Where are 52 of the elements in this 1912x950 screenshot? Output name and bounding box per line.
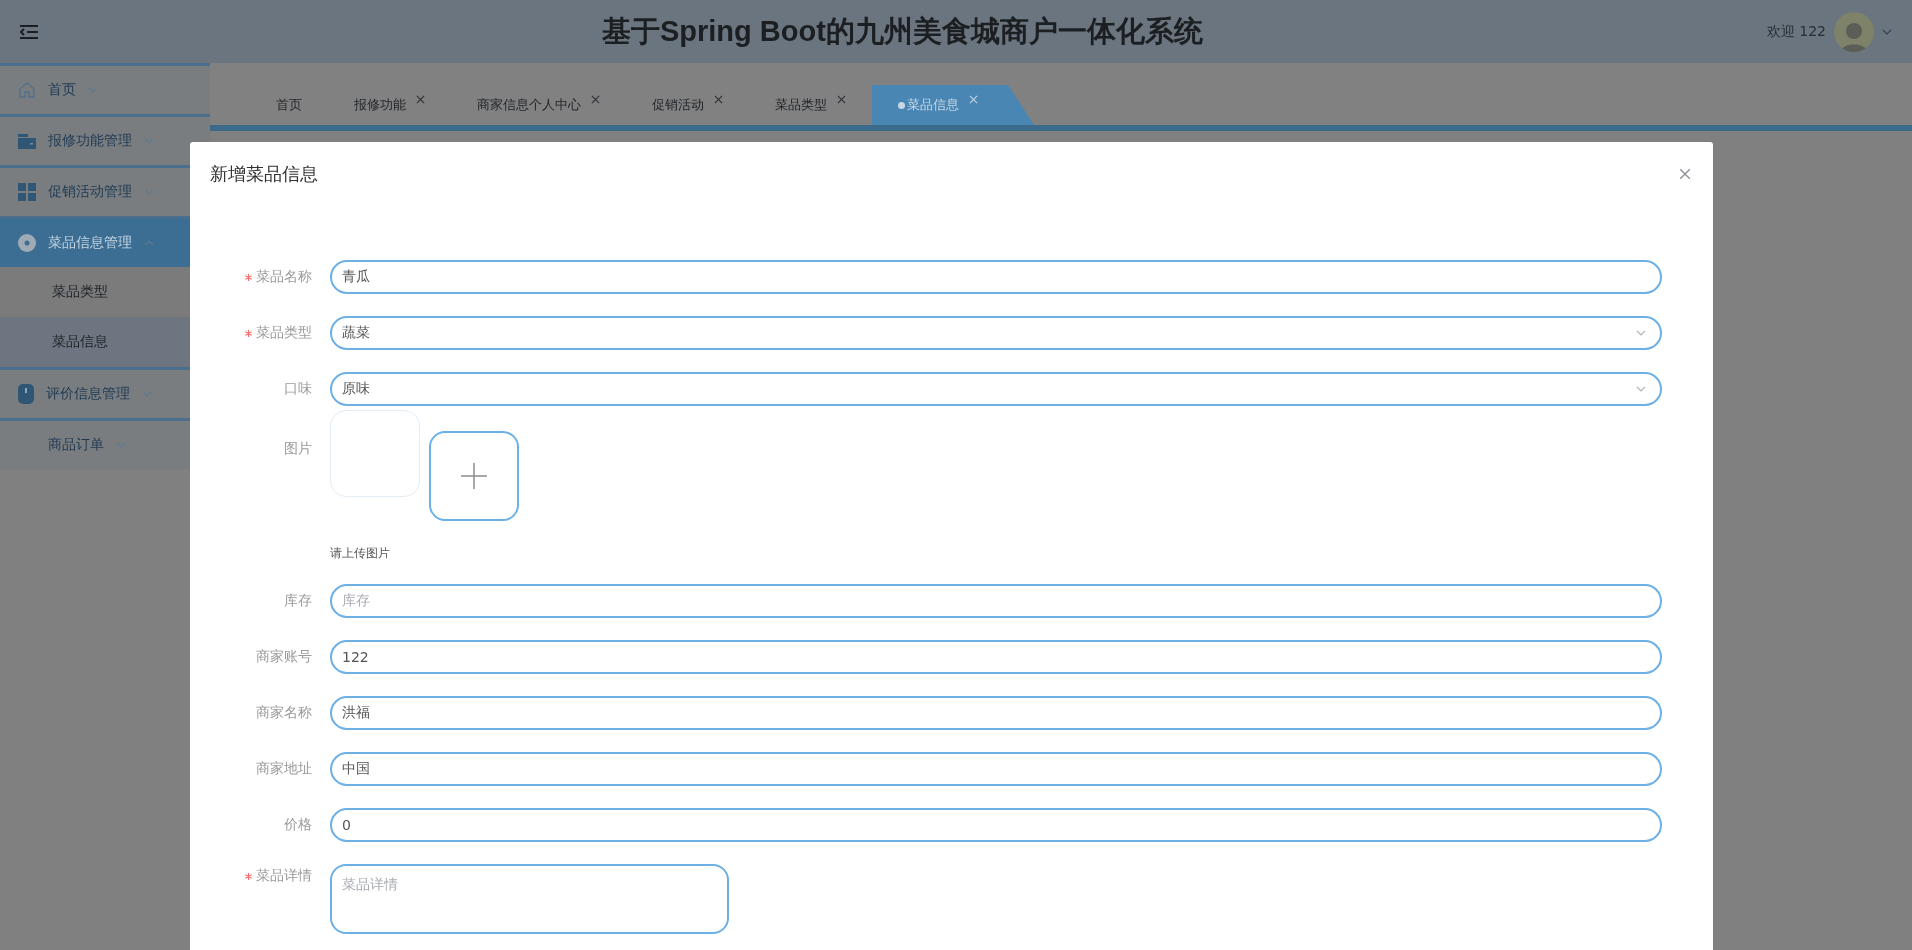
upload-button[interactable] (429, 431, 519, 521)
dialog-title: 新增菜品信息 (210, 162, 318, 186)
field-label: 口味 (283, 379, 313, 398)
field-label: 价格 (283, 815, 313, 834)
chevron-icon (116, 442, 126, 448)
select-field[interactable]: 原味 (330, 372, 1662, 406)
tab[interactable]: 商家信息个人中心 (451, 85, 626, 125)
dropdown-caret-icon (1636, 330, 1646, 336)
text-input[interactable]: 库存 (330, 584, 1662, 618)
chevron-icon (144, 240, 154, 246)
plus-icon (460, 462, 488, 490)
dropdown-caret-icon (1882, 28, 1892, 35)
tab[interactable]: 促销活动 (626, 85, 749, 125)
chevron-icon (144, 138, 154, 144)
upload-hint: 请上传图片 (330, 545, 391, 562)
shield-icon (18, 384, 34, 404)
tab[interactable]: 菜品类型 (749, 85, 872, 125)
chevron-icon (142, 391, 152, 397)
field-label: 库存 (283, 591, 313, 610)
field-label: 商家地址 (255, 759, 313, 778)
grid-icon (18, 183, 36, 201)
sidebar-item[interactable]: 报修功能管理 (0, 114, 210, 165)
chevron-icon (88, 87, 98, 93)
tab[interactable]: 菜品信息 (872, 85, 1034, 125)
select-field[interactable]: 蔬菜 (330, 316, 1662, 350)
text-input[interactable]: 青瓜 (330, 260, 1662, 294)
folder-icon (18, 133, 36, 149)
home-icon (18, 81, 36, 99)
text-input[interactable]: 0 (330, 808, 1662, 842)
textarea-field[interactable]: 菜品详情 (330, 864, 729, 934)
close-icon[interactable] (837, 94, 846, 104)
menu-icon[interactable] (20, 24, 38, 39)
active-dot-icon (898, 102, 905, 109)
field-label: 菜品详情 (190, 864, 330, 888)
app-title: 基于Spring Boot的九州美食城商户一体化系统 (600, 13, 1204, 49)
tab[interactable]: 报修功能 (328, 85, 451, 125)
field-label: 商家名称 (255, 703, 313, 722)
field-label: 商家账号 (255, 647, 313, 666)
dropdown-caret-icon (1636, 386, 1646, 392)
text-input[interactable]: 122 (330, 640, 1662, 674)
close-icon[interactable] (1679, 168, 1691, 180)
tab[interactable]: 首页 (250, 85, 328, 125)
field-label: 图片 (283, 439, 313, 458)
text-input[interactable]: 洪福 (330, 696, 1662, 730)
welcome-text: 欢迎 122 (1766, 22, 1826, 41)
chevron-icon (144, 189, 154, 195)
close-icon[interactable] (591, 94, 600, 104)
sidebar-item[interactable]: 首页 (0, 63, 210, 114)
text-input[interactable]: 中国 (330, 752, 1662, 786)
close-icon[interactable] (714, 94, 723, 104)
disc-icon (18, 234, 36, 252)
close-icon[interactable] (416, 94, 425, 104)
